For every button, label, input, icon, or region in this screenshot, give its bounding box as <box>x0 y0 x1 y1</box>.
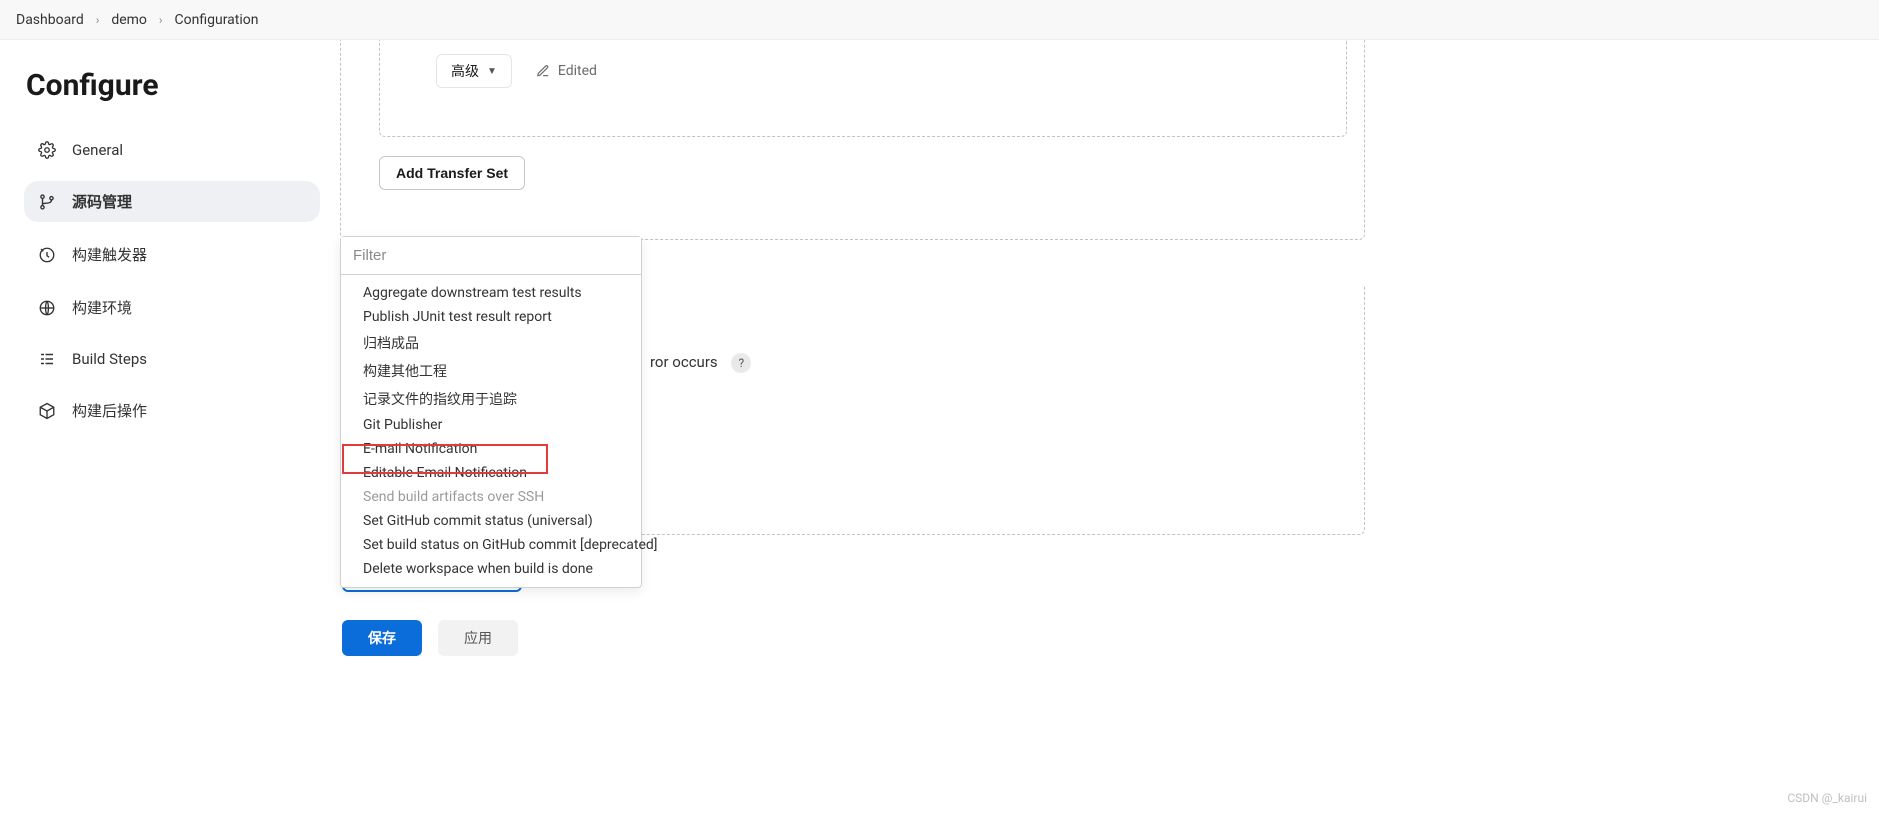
fail-on-error-label-partial: ror occurs ? <box>650 353 751 373</box>
dropdown-item[interactable]: 构建其他工程 <box>341 357 641 385</box>
sidebar-item-triggers[interactable]: 构建触发器 <box>24 234 320 275</box>
advanced-button[interactable]: 高级 ▼ <box>436 54 512 88</box>
sidebar: Configure General 源码管理 构建触发器 构建环境 Build … <box>0 40 330 813</box>
dropdown-item[interactable]: Set build status on GitHub commit [depre… <box>341 533 641 557</box>
breadcrumb-item-dashboard[interactable]: Dashboard <box>16 12 84 28</box>
steps-icon <box>38 350 56 368</box>
edited-indicator: Edited <box>536 63 597 79</box>
breadcrumb-item-configuration[interactable]: Configuration <box>175 12 259 28</box>
sidebar-item-label: General <box>72 141 123 159</box>
sidebar-item-scm[interactable]: 源码管理 <box>24 181 320 222</box>
dropdown-item[interactable]: Delete workspace when build is done <box>341 557 641 581</box>
branch-icon <box>38 193 56 211</box>
sidebar-item-label: 源码管理 <box>72 191 132 212</box>
breadcrumb: Dashboard › demo › Configuration <box>0 0 1879 40</box>
sidebar-item-label: Build Steps <box>72 350 147 368</box>
chevron-right-icon: › <box>96 13 100 27</box>
save-button[interactable]: 保存 <box>342 620 422 656</box>
globe-icon <box>38 299 56 317</box>
pencil-icon <box>536 64 550 78</box>
transfer-set-container: 高级 ▼ Edited <box>379 40 1347 137</box>
dropdown-list: Aggregate downstream test results Publis… <box>341 275 641 587</box>
sidebar-item-label: 构建后操作 <box>72 400 147 421</box>
advanced-label: 高级 <box>451 61 479 81</box>
gear-icon <box>38 141 56 159</box>
post-build-actions-dropdown: Aggregate downstream test results Publis… <box>340 236 642 588</box>
dropdown-item[interactable]: 归档成品 <box>341 329 641 357</box>
package-icon <box>38 402 56 420</box>
clock-icon <box>38 246 56 264</box>
dropdown-filter-input[interactable] <box>341 237 641 275</box>
dropdown-item[interactable]: Aggregate downstream test results <box>341 281 641 305</box>
help-icon[interactable]: ? <box>731 353 751 373</box>
sidebar-item-environment[interactable]: 构建环境 <box>24 287 320 328</box>
sidebar-item-label: 构建触发器 <box>72 244 147 265</box>
dropdown-item[interactable]: Publish JUnit test result report <box>341 305 641 329</box>
main-area: 高级 ▼ Edited Add Transfer Set ror occurs … <box>340 40 1859 813</box>
chevron-right-icon: › <box>159 13 163 27</box>
breadcrumb-item-project[interactable]: demo <box>111 12 147 28</box>
page-title: Configure <box>26 68 320 103</box>
ssh-server-container: 高级 ▼ Edited Add Transfer Set <box>340 40 1365 240</box>
footer-buttons: 保存 应用 <box>342 620 518 656</box>
dropdown-item-send-ssh[interactable]: Send build artifacts over SSH <box>341 485 641 509</box>
dropdown-item[interactable]: Editable Email Notification <box>341 461 641 485</box>
dropdown-item[interactable]: 记录文件的指纹用于追踪 <box>341 385 641 413</box>
dropdown-item[interactable]: E-mail Notification <box>341 437 641 461</box>
apply-button[interactable]: 应用 <box>438 620 518 656</box>
sidebar-item-build-steps[interactable]: Build Steps <box>24 340 320 378</box>
add-transfer-set-button[interactable]: Add Transfer Set <box>379 156 525 190</box>
edited-label: Edited <box>558 63 597 79</box>
sidebar-item-general[interactable]: General <box>24 131 320 169</box>
sidebar-item-post-build[interactable]: 构建后操作 <box>24 390 320 431</box>
sidebar-item-label: 构建环境 <box>72 297 132 318</box>
chevron-down-icon: ▼ <box>487 66 497 77</box>
dropdown-item[interactable]: Set GitHub commit status (universal) <box>341 509 641 533</box>
dropdown-item[interactable]: Git Publisher <box>341 413 641 437</box>
